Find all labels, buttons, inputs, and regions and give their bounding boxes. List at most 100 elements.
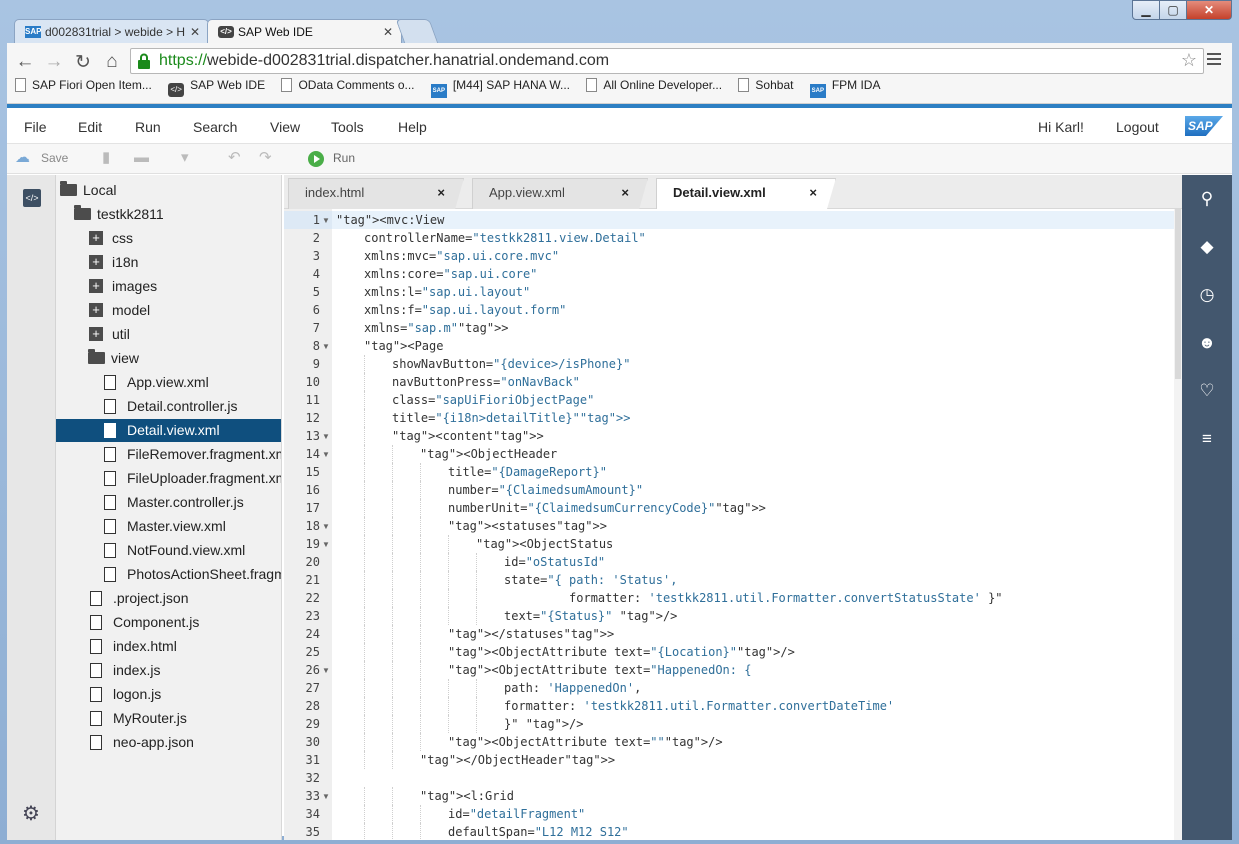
tree-item[interactable]: neo-app.json (56, 731, 281, 754)
tree-item[interactable]: + model (56, 299, 281, 322)
forward-icon[interactable]: → (42, 51, 66, 73)
menu-file[interactable]: File (24, 119, 47, 135)
tree-item[interactable]: .project.json (56, 587, 281, 610)
tree-item[interactable]: index.html (56, 635, 281, 658)
menu-search[interactable]: Search (193, 119, 237, 135)
tree-item[interactable]: logon.js (56, 683, 281, 706)
menu-tools[interactable]: Tools (331, 119, 364, 135)
fold-arrow-icon[interactable]: ▼ (322, 342, 330, 351)
tree-item[interactable]: Detail.controller.js (56, 395, 281, 418)
line-number: 24 (305, 627, 320, 641)
fold-arrow-icon[interactable]: ▼ (322, 432, 330, 441)
indent-guide (392, 697, 393, 715)
expand-folder-icon[interactable]: + (89, 279, 103, 293)
tree-item[interactable]: Master.view.xml (56, 515, 281, 538)
browser-tab-1[interactable]: SAP d002831trial > webide > H ✕ (14, 19, 209, 44)
menu-help[interactable]: Help (398, 119, 427, 135)
lightbulb-icon[interactable]: ♡ (1197, 381, 1217, 401)
expand-folder-icon[interactable]: + (89, 255, 103, 269)
tree-item[interactable]: view (56, 347, 281, 370)
expand-folder-icon[interactable]: + (89, 303, 103, 317)
collaboration-icon[interactable]: ☻ (1197, 333, 1217, 353)
delete-icon[interactable]: ▾ (181, 150, 195, 165)
menu-run[interactable]: Run (135, 119, 161, 135)
menu-edit[interactable]: Edit (78, 119, 102, 135)
editor-tab[interactable]: Detail.view.xml × (656, 178, 836, 209)
page-icon (15, 78, 26, 92)
bookmark-item[interactable]: SAP Fiori Open Item... (15, 78, 152, 92)
gear-icon[interactable]: ⚙ (22, 801, 40, 826)
browser-tab-2[interactable]: </> SAP Web IDE ✕ (207, 19, 402, 44)
tree-item[interactable]: + util (56, 323, 281, 346)
search-icon[interactable]: ⚲ (1197, 189, 1217, 209)
close-icon[interactable]: × (809, 179, 817, 207)
expand-folder-icon[interactable]: + (89, 231, 103, 245)
bookmark-item[interactable]: OData Comments o... (281, 78, 415, 92)
save-icon[interactable]: ☁ (15, 150, 33, 165)
tree-item[interactable]: FileUploader.fragment.xml (56, 467, 281, 490)
code-line: navButtonPress="onNavBack" (392, 375, 580, 389)
tree-item[interactable]: Master.controller.js (56, 491, 281, 514)
indent-guide (392, 481, 393, 499)
bookmark-star-icon[interactable]: ☆ (1181, 50, 1197, 71)
redo-icon[interactable]: ↷ (259, 150, 273, 165)
menu-view[interactable]: View (270, 119, 300, 135)
code-area[interactable]: "tag"><mvc:View controllerName="testkk281… (332, 209, 1174, 840)
editor-scrollbar[interactable] (1174, 209, 1182, 840)
history-icon[interactable]: ◷ (1197, 285, 1217, 305)
fold-arrow-icon[interactable]: ▼ (322, 450, 330, 459)
editor-tab[interactable]: App.view.xml × (472, 178, 648, 209)
address-bar[interactable]: https://webide-d002831trial.dispatcher.h… (130, 48, 1204, 74)
undo-icon[interactable]: ↶ (228, 150, 242, 165)
bookmark-item[interactable]: SAP FPM IDA (809, 78, 880, 98)
maximize-button[interactable]: ▢ (1159, 0, 1187, 20)
tree-item[interactable]: index.js (56, 659, 281, 682)
tree-item-label: images (112, 278, 158, 294)
tree-item[interactable]: + images (56, 275, 281, 298)
bookmark-item[interactable]: SAP [M44] SAP HANA W... (430, 78, 570, 98)
fold-arrow-icon[interactable]: ▼ (322, 522, 330, 531)
run-button[interactable]: Run (333, 151, 355, 165)
tree-item-selected[interactable]: Detail.view.xml (56, 419, 281, 442)
bookmark-item[interactable]: Sohbat (738, 78, 793, 92)
tree-item[interactable]: Component.js (56, 611, 281, 634)
expand-folder-icon[interactable]: + (89, 327, 103, 341)
tree-item[interactable]: FileRemover.fragment.xml (56, 443, 281, 466)
minimize-button[interactable]: ▁ (1132, 0, 1160, 20)
new-file-icon[interactable]: ▮ (102, 150, 116, 165)
home-icon[interactable]: ⌂ (100, 51, 124, 73)
close-tab-icon[interactable]: ✕ (190, 20, 200, 44)
editor-tab[interactable]: index.html × (288, 178, 464, 209)
code-editor-icon[interactable]: </> (23, 189, 41, 207)
tree-item[interactable]: MyRouter.js (56, 707, 281, 730)
fold-arrow-icon[interactable]: ▼ (322, 540, 330, 549)
close-window-button[interactable]: ✕ (1186, 0, 1232, 20)
tree-item[interactable]: + i18n (56, 251, 281, 274)
fold-arrow-icon[interactable]: ▼ (322, 216, 330, 225)
tree-item[interactable]: NotFound.view.xml (56, 539, 281, 562)
close-icon[interactable]: × (437, 179, 445, 207)
reload-icon[interactable]: ↻ (71, 51, 95, 74)
new-folder-icon[interactable]: ▬ (134, 150, 149, 165)
logout-link[interactable]: Logout (1116, 119, 1159, 135)
run-icon[interactable] (307, 150, 325, 168)
tree-item-label: Component.js (113, 614, 200, 630)
close-tab-icon[interactable]: ✕ (383, 20, 393, 44)
fold-arrow-icon[interactable]: ▼ (322, 666, 330, 675)
tree-item[interactable]: testkk2811 (56, 203, 281, 226)
fold-arrow-icon[interactable]: ▼ (322, 792, 330, 801)
back-icon[interactable]: ← (13, 51, 37, 73)
browser-menu-icon[interactable] (1207, 53, 1221, 68)
outline-icon[interactable]: ≡ (1197, 429, 1217, 449)
bookmark-item[interactable]: All Online Developer... (586, 78, 722, 92)
indent-guide (420, 535, 421, 553)
close-icon[interactable]: × (621, 179, 629, 207)
tree-item[interactable]: PhotosActionSheet.fragment.xml (56, 563, 281, 586)
save-button[interactable]: Save (41, 151, 68, 165)
git-icon[interactable]: ◆ (1197, 237, 1217, 257)
tree-item[interactable]: + css (56, 227, 281, 250)
scrollbar-thumb[interactable] (1175, 209, 1181, 379)
tree-item[interactable]: App.view.xml (56, 371, 281, 394)
bookmark-item[interactable]: </> SAP Web IDE (168, 78, 265, 97)
tree-item[interactable]: Local (56, 179, 281, 202)
